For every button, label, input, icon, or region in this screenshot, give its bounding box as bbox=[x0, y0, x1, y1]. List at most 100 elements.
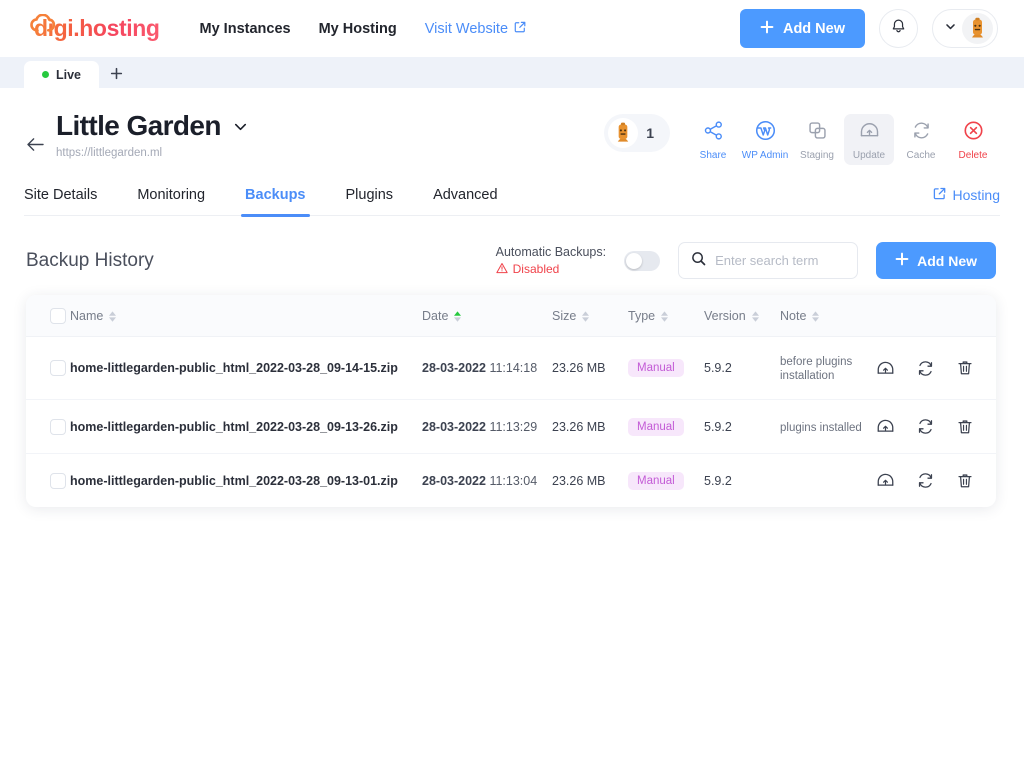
avatar bbox=[608, 118, 639, 148]
row-checkbox[interactable] bbox=[50, 418, 66, 435]
header-type-label: Type bbox=[628, 309, 656, 323]
table-head: Name Date Size Type Version Note bbox=[26, 295, 996, 337]
action-cache[interactable]: Cache bbox=[896, 114, 946, 165]
header-type[interactable]: Type bbox=[628, 295, 704, 337]
sort-icon-active-asc bbox=[454, 310, 462, 322]
backup-date: 28-03-2022 bbox=[422, 361, 486, 375]
share-icon bbox=[703, 120, 724, 146]
header-note[interactable]: Note bbox=[780, 295, 866, 337]
add-new-button[interactable]: Add New bbox=[739, 9, 865, 48]
tab-site-details[interactable]: Site Details bbox=[24, 187, 117, 215]
search-input[interactable] bbox=[715, 253, 846, 268]
row-note-cell bbox=[780, 454, 866, 508]
header-note-label: Note bbox=[780, 309, 807, 323]
page-title: Little Garden bbox=[56, 110, 249, 142]
header-version[interactable]: Version bbox=[704, 295, 780, 337]
tab-advanced[interactable]: Advanced bbox=[413, 187, 518, 215]
automatic-backups-toggle[interactable] bbox=[624, 250, 661, 271]
type-badge: Manual bbox=[628, 471, 684, 490]
row-actions-cell bbox=[866, 399, 996, 454]
copy-icon bbox=[807, 120, 828, 146]
sort-icon bbox=[582, 310, 590, 322]
action-wp-admin-label: WP Admin bbox=[741, 150, 789, 161]
backup-filename: home-littlegarden-public_html_2022-03-28… bbox=[70, 361, 398, 375]
instance-tab-live[interactable]: Live bbox=[24, 61, 100, 88]
trash-icon[interactable] bbox=[956, 359, 974, 377]
sync-icon[interactable] bbox=[916, 471, 935, 490]
select-all-checkbox[interactable] bbox=[50, 308, 66, 324]
row-type-cell: Manual bbox=[628, 336, 704, 400]
visit-website-label: Visit Website bbox=[424, 20, 509, 37]
row-select-cell bbox=[26, 454, 70, 508]
restore-icon[interactable] bbox=[876, 417, 895, 436]
tab-monitoring[interactable]: Monitoring bbox=[117, 187, 225, 215]
nav-my-hosting[interactable]: My Hosting bbox=[319, 21, 397, 37]
account-menu[interactable] bbox=[932, 9, 998, 48]
site-header: Little Garden https://littlegarden.ml 1 bbox=[0, 88, 1024, 165]
sort-icon bbox=[109, 310, 117, 322]
close-circle-icon bbox=[963, 120, 984, 146]
nav-visit-website[interactable]: Visit Website bbox=[425, 21, 526, 37]
sync-icon[interactable] bbox=[916, 359, 935, 378]
wordpress-icon bbox=[755, 120, 776, 146]
nav-my-instances[interactable]: My Instances bbox=[200, 21, 291, 37]
table-row[interactable]: home-littlegarden-public_html_2022-03-28… bbox=[26, 336, 996, 400]
table-row[interactable]: home-littlegarden-public_html_2022-03-28… bbox=[26, 399, 996, 454]
warning-triangle-icon bbox=[495, 262, 508, 277]
sort-icon bbox=[751, 310, 759, 322]
action-update[interactable]: Update bbox=[844, 114, 894, 165]
backup-toolbar-controls: Automatic Backups: Disabled Enter search… bbox=[496, 242, 996, 279]
header-name[interactable]: Name bbox=[70, 295, 422, 337]
action-staging-label: Staging bbox=[800, 150, 834, 161]
header-size[interactable]: Size bbox=[552, 295, 628, 337]
automatic-backups-status-label: Disabled bbox=[512, 262, 560, 276]
chevron-down-icon[interactable] bbox=[232, 110, 249, 142]
header-date[interactable]: Date bbox=[422, 295, 552, 337]
site-title-block: Little Garden https://littlegarden.ml bbox=[56, 110, 249, 159]
backup-toolbar: Backup History Automatic Backups: Disabl… bbox=[26, 242, 996, 279]
automatic-backups-status: Disabled bbox=[495, 262, 606, 277]
hosting-link[interactable]: Hosting bbox=[933, 187, 1000, 215]
add-instance-tab-button[interactable] bbox=[101, 61, 131, 88]
site-users-button[interactable]: 1 bbox=[604, 114, 670, 152]
row-checkbox[interactable] bbox=[50, 360, 66, 376]
restore-icon[interactable] bbox=[876, 359, 895, 378]
restore-icon[interactable] bbox=[876, 471, 895, 490]
site-actions: 1 Share WP Admin Staging Update Cache De… bbox=[604, 110, 998, 165]
site-url[interactable]: https://littlegarden.ml bbox=[56, 147, 249, 159]
plus-icon bbox=[760, 20, 774, 38]
notifications-button[interactable] bbox=[879, 9, 918, 48]
row-checkbox[interactable] bbox=[50, 472, 66, 489]
brand-logo[interactable]: digi.hosting bbox=[30, 9, 160, 49]
backup-date: 28-03-2022 bbox=[422, 473, 486, 488]
header-version-label: Version bbox=[704, 309, 746, 323]
add-backup-button[interactable]: Add New bbox=[876, 242, 996, 279]
row-version-cell: 5.9.2 bbox=[704, 473, 732, 488]
table-row[interactable]: home-littlegarden-public_html_2022-03-28… bbox=[26, 454, 996, 508]
top-header: digi.hosting My Instances My Hosting Vis… bbox=[0, 0, 1024, 57]
sync-icon[interactable] bbox=[916, 417, 935, 436]
tab-backups[interactable]: Backups bbox=[225, 187, 325, 217]
action-wp-admin[interactable]: WP Admin bbox=[740, 114, 790, 165]
trash-icon[interactable] bbox=[956, 418, 974, 436]
action-delete[interactable]: Delete bbox=[948, 114, 998, 165]
main-nav: My Instances My Hosting Visit Website bbox=[200, 21, 527, 37]
refresh-icon bbox=[911, 120, 932, 146]
action-delete-label: Delete bbox=[958, 150, 988, 161]
add-new-label: Add New bbox=[782, 20, 845, 37]
row-type-cell: Manual bbox=[628, 399, 704, 454]
header-select-all bbox=[26, 295, 70, 337]
header-size-label: Size bbox=[552, 309, 577, 323]
tab-plugins[interactable]: Plugins bbox=[326, 187, 414, 215]
action-share[interactable]: Share bbox=[688, 114, 738, 165]
back-button[interactable] bbox=[20, 132, 50, 162]
table-body: home-littlegarden-public_html_2022-03-28… bbox=[26, 336, 996, 508]
automatic-backups-block: Automatic Backups: Disabled bbox=[496, 245, 606, 277]
row-size-cell: 23.26 MB bbox=[552, 336, 628, 400]
type-badge: Manual bbox=[628, 359, 684, 377]
row-type-cell: Manual bbox=[628, 454, 704, 508]
row-date-cell: 28-03-2022 11:13:29 bbox=[422, 399, 552, 454]
action-staging[interactable]: Staging bbox=[792, 114, 842, 165]
sort-icon bbox=[661, 310, 669, 322]
trash-icon[interactable] bbox=[956, 472, 974, 490]
